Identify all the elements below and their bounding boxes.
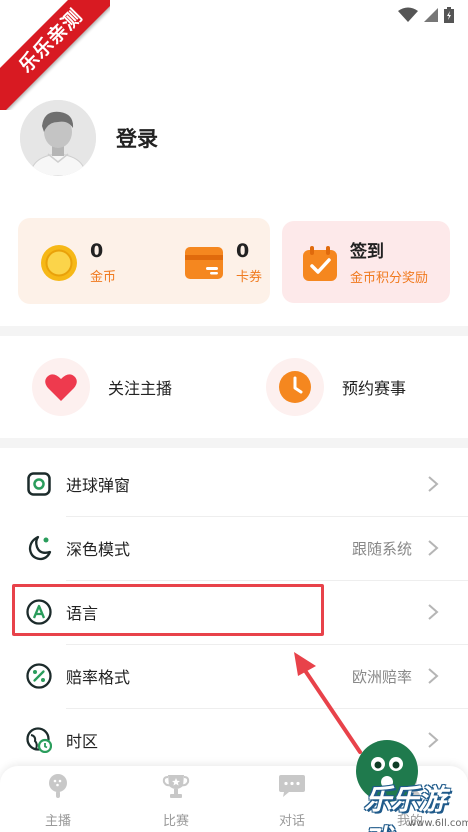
clock-icon xyxy=(279,371,311,403)
coins-label: 金币 xyxy=(90,270,117,285)
watermark-url: www.6ll.com xyxy=(408,818,468,829)
coin-icon xyxy=(41,244,77,281)
nav-tab-chat[interactable]: 对话 xyxy=(252,772,332,829)
nav-tab-label: 对话 xyxy=(278,814,305,829)
menu-item-dark-mode[interactable]: 深色模式 跟随系统 xyxy=(0,516,468,580)
status-bar xyxy=(0,0,468,34)
goal-popup-icon xyxy=(27,472,51,496)
quick-action-reserve[interactable]: 预约赛事 xyxy=(266,358,406,416)
menu-item-label: 深色模式 xyxy=(66,540,131,559)
avatar[interactable] xyxy=(20,100,96,176)
menu-item-label: 进球弹窗 xyxy=(66,476,131,495)
chevron-right-icon xyxy=(428,540,439,556)
trophy-icon xyxy=(162,775,190,798)
quick-action-label: 预约赛事 xyxy=(342,379,407,398)
coins-value: 0 xyxy=(90,240,104,262)
signin-card[interactable]: 签到 金币积分奖励 xyxy=(282,221,450,303)
quick-action-label: 关注主播 xyxy=(108,379,173,398)
battery-icon xyxy=(444,7,454,23)
coupons-value: 0 xyxy=(236,240,250,262)
calendar-check-icon xyxy=(303,245,337,281)
coupons-item[interactable]: 0 卡券 xyxy=(184,240,262,285)
menu-item-odds-format[interactable]: 赔率格式 欧洲赔率 xyxy=(0,644,468,708)
nav-tab-label: 比赛 xyxy=(162,814,189,829)
nav-tab-streamer[interactable]: 主播 xyxy=(18,772,98,829)
heart-icon xyxy=(45,374,77,401)
signin-title: 签到 xyxy=(350,242,384,262)
site-watermark: 乐乐游戏 www.6ll.com xyxy=(356,740,468,832)
section-divider xyxy=(0,438,468,448)
profile-section[interactable]: 登录 xyxy=(20,100,158,176)
chevron-right-icon xyxy=(428,476,439,492)
default-avatar-icon xyxy=(20,100,96,176)
chat-icon xyxy=(279,775,305,797)
highlight-box xyxy=(12,584,324,636)
percent-icon xyxy=(26,663,52,689)
menu-item-label: 时区 xyxy=(66,732,99,751)
coins-item[interactable]: 0 金币 xyxy=(40,240,116,285)
menu-item-value: 跟随系统 xyxy=(351,539,412,558)
wallet-card: 0 金币 0 卡券 xyxy=(18,218,270,304)
signal-icon xyxy=(424,8,438,22)
wifi-icon xyxy=(398,7,418,22)
nav-tab-label: 主播 xyxy=(44,814,71,829)
card-icon xyxy=(185,246,223,279)
globe-clock-icon xyxy=(26,727,52,753)
chevron-right-icon xyxy=(428,668,439,684)
section-divider xyxy=(0,326,468,336)
nav-tab-matches[interactable]: 比赛 xyxy=(136,772,216,829)
menu-item-label: 赔率格式 xyxy=(66,668,131,687)
quick-action-follow[interactable]: 关注主播 xyxy=(32,358,172,416)
signin-subtitle: 金币积分奖励 xyxy=(350,271,429,286)
coupons-label: 卡券 xyxy=(236,270,263,285)
moon-icon xyxy=(28,535,52,561)
login-label[interactable]: 登录 xyxy=(116,123,158,153)
chevron-right-icon xyxy=(428,604,439,620)
microphone-icon xyxy=(49,774,67,798)
menu-item-goal-popup[interactable]: 进球弹窗 xyxy=(0,452,468,516)
